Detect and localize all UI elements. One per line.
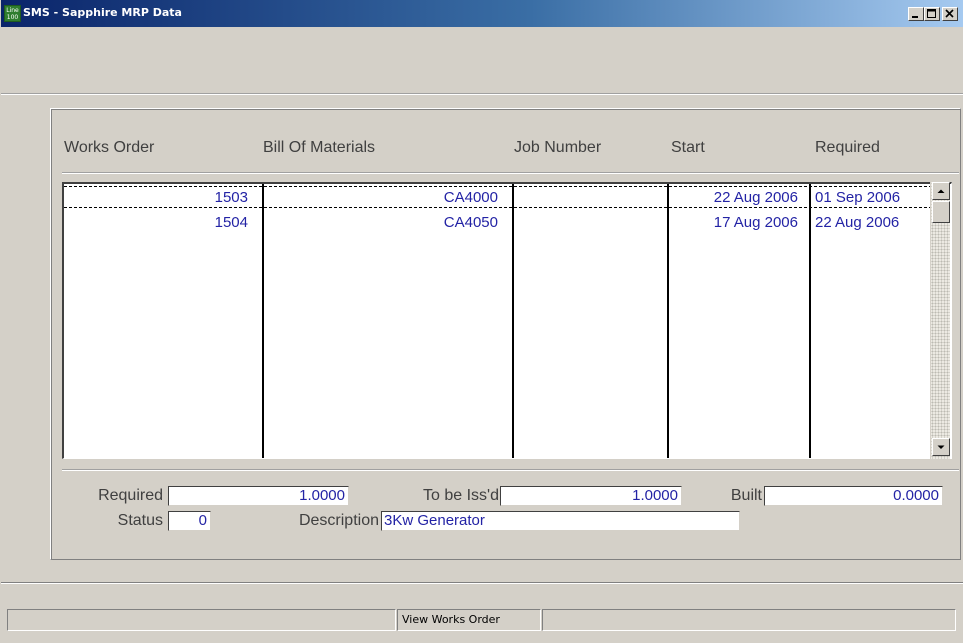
app-icon[interactable]: Line 100 xyxy=(4,5,21,22)
grid-vertical-scrollbar[interactable] xyxy=(930,182,950,459)
cell-works-order: 1503 xyxy=(214,189,248,206)
window-divider xyxy=(1,582,963,584)
title-bar[interactable]: Line 100 SMS - Sapphire MRP Data xyxy=(1,0,963,27)
cell-works-order: 1504 xyxy=(214,214,248,231)
details-divider xyxy=(62,469,959,471)
window-controls xyxy=(908,7,958,22)
maximize-icon xyxy=(927,9,936,18)
description-field[interactable]: 3Kw Generator xyxy=(381,511,740,531)
column-header-required[interactable]: Required xyxy=(815,139,880,157)
to-be-issued-field[interactable]: 1.0000 xyxy=(500,486,682,506)
column-divider xyxy=(512,184,514,458)
maximize-button[interactable] xyxy=(924,7,940,21)
scroll-down-arrow-icon xyxy=(937,445,945,449)
status-pane-mode: View Works Order xyxy=(397,609,541,631)
cell-bill-of-materials: CA4000 xyxy=(443,189,498,206)
works-order-grid[interactable]: 1503 CA4000 22 Aug 2006 01 Sep 2006 1504… xyxy=(62,182,952,459)
cell-start: 22 Aug 2006 xyxy=(713,189,798,206)
scroll-down-button[interactable] xyxy=(932,438,950,456)
column-header-works-order[interactable]: Works Order xyxy=(64,139,154,157)
required-field[interactable]: 1.0000 xyxy=(168,486,349,506)
scroll-up-arrow-icon xyxy=(937,189,945,193)
cell-required: 01 Sep 2006 xyxy=(815,189,901,206)
toolbar-divider xyxy=(1,93,963,95)
column-header-start[interactable]: Start xyxy=(671,139,705,157)
close-button[interactable] xyxy=(942,7,958,21)
status-field[interactable]: 0 xyxy=(168,511,211,531)
close-icon xyxy=(945,9,954,18)
status-pane-right xyxy=(542,609,956,631)
cell-required: 22 Aug 2006 xyxy=(815,214,900,231)
built-field[interactable]: 0.0000 xyxy=(764,486,943,506)
built-label: Built xyxy=(730,487,762,504)
status-label: Status xyxy=(117,512,163,529)
cell-bill-of-materials: CA4050 xyxy=(443,214,498,231)
cell-start: 17 Aug 2006 xyxy=(713,214,798,231)
column-header-job-number[interactable]: Job Number xyxy=(514,139,601,157)
status-bar: View Works Order xyxy=(1,609,963,632)
minimize-button[interactable] xyxy=(908,7,924,21)
status-pane-left xyxy=(7,609,396,631)
column-header-bill-of-materials[interactable]: Bill Of Materials xyxy=(263,139,375,157)
header-divider xyxy=(62,172,959,174)
description-label: Description xyxy=(298,512,379,529)
column-divider xyxy=(809,184,811,458)
scroll-up-button[interactable] xyxy=(932,182,950,200)
window-title: SMS - Sapphire MRP Data xyxy=(23,6,182,19)
to-be-issued-label: To be Iss'd xyxy=(423,487,499,504)
toolbar-area xyxy=(1,27,963,93)
required-label: Required xyxy=(98,487,163,504)
scroll-thumb[interactable] xyxy=(932,201,950,223)
minimize-icon xyxy=(912,16,918,18)
main-window: Line 100 SMS - Sapphire MRP Data Works O… xyxy=(0,0,963,643)
